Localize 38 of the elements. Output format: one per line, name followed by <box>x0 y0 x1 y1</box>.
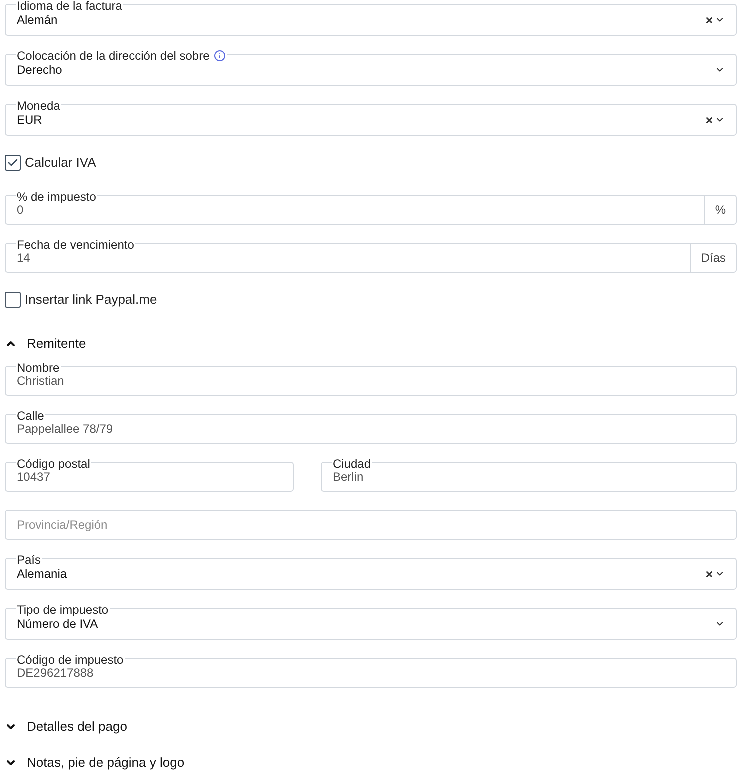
clear-icon[interactable] <box>705 570 714 578</box>
field-value: 14 <box>17 251 30 265</box>
field-value: Berlin <box>333 470 364 484</box>
field-label: Moneda <box>17 100 60 112</box>
check-icon <box>7 157 19 169</box>
field-label: Código postal <box>17 458 90 470</box>
field-value: DE296217888 <box>17 666 94 680</box>
field-label: Tipo de impuesto <box>17 604 109 616</box>
dropdown-value: Alemania <box>17 567 68 581</box>
field-label: País <box>17 554 42 566</box>
checkbox[interactable] <box>5 292 21 308</box>
field-label: % de impuesto <box>17 191 96 203</box>
field-label: Idioma de la factura <box>17 0 122 12</box>
dropdown-value: Derecho <box>17 63 62 77</box>
field-label: Fecha de vencimiento <box>17 239 134 251</box>
checkbox[interactable] <box>5 155 21 171</box>
dropdown-value: Alemán <box>17 13 58 27</box>
field-label: Nombre <box>17 362 60 374</box>
dropdown-value: EUR <box>17 113 42 127</box>
unit-addon: Días <box>690 244 736 272</box>
field-label: Código de impuesto <box>17 654 124 666</box>
field-value: Pappelallee 78/79 <box>17 422 114 436</box>
field-value: 0 <box>17 203 24 217</box>
field-label: Ciudad <box>333 458 372 470</box>
field-value: Christian <box>17 374 64 388</box>
section-toggle[interactable]: Remitente <box>5 336 86 352</box>
field-label: Calle <box>17 410 44 422</box>
clear-icon[interactable] <box>705 16 714 24</box>
field-placeholder: Provincia/Región <box>17 518 108 532</box>
unit-addon: % <box>704 196 736 224</box>
field-value: 10437 <box>17 470 50 484</box>
section-toggle[interactable]: Notas, pie de página y logo <box>5 755 185 771</box>
dropdown-value: Número de IVA <box>17 617 98 631</box>
info-icon[interactable] <box>214 50 226 62</box>
checkbox-label: Insertar link Paypal.me <box>25 292 158 308</box>
checkbox-label: Calcular IVA <box>25 155 96 171</box>
section-toggle[interactable]: Detalles del pago <box>5 719 128 735</box>
clear-icon[interactable] <box>705 116 714 124</box>
